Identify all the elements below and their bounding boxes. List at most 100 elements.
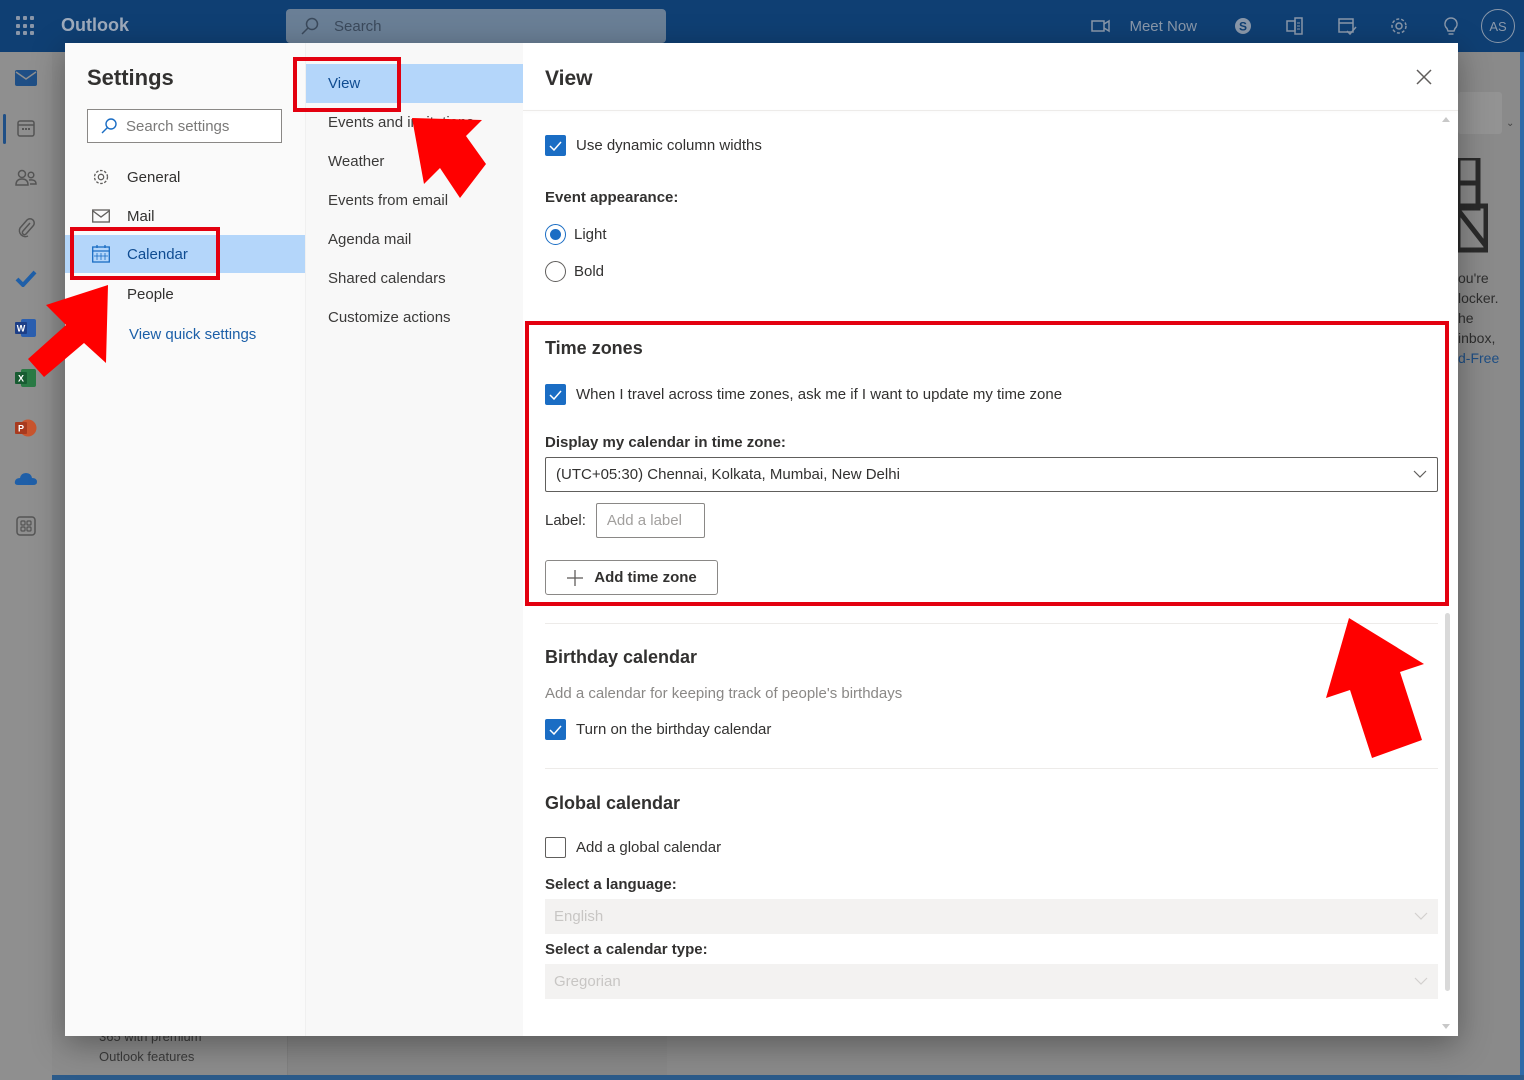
appearance-bold-label: Bold <box>574 263 605 280</box>
powerpoint-icon: P <box>15 419 37 437</box>
mail-icon <box>91 206 111 226</box>
calendar-icon <box>17 120 35 137</box>
rail-word[interactable]: W <box>12 314 40 342</box>
checkmark-icon <box>549 141 562 151</box>
category-general[interactable]: General <box>65 158 305 196</box>
category-label: Mail <box>127 207 155 225</box>
travel-timezone-checkbox[interactable] <box>545 384 566 405</box>
promo-text: ou're locker. he inbox, d-Free <box>1458 270 1500 366</box>
view-quick-settings-link[interactable]: View quick settings <box>129 326 256 343</box>
app-title[interactable]: Outlook <box>61 15 129 36</box>
dynamic-widths-label: Use dynamic column widths <box>576 137 762 154</box>
global-calendar-checkbox[interactable] <box>545 837 566 858</box>
meet-now-button[interactable]: Meet Now <box>1091 18 1197 35</box>
global-calendar-heading: Global calendar <box>545 793 681 813</box>
waffle-icon[interactable] <box>16 16 36 36</box>
time-zones-heading: Time zones <box>545 338 643 358</box>
category-people[interactable]: People <box>65 275 305 313</box>
dynamic-widths-checkbox[interactable] <box>545 135 566 156</box>
view-settings-pane: View Use dynamic column widths Event app… <box>523 43 1458 1036</box>
rail-excel[interactable]: X <box>12 364 40 392</box>
window-edge-bottom <box>0 1075 1524 1080</box>
active-indicator <box>3 114 6 144</box>
calendar-subcategories: View Events and invitations Weather Even… <box>305 43 524 1036</box>
rail-onedrive[interactable] <box>12 464 40 492</box>
paperclip-icon <box>18 218 35 238</box>
subcategory-events-from-email[interactable]: Events from email <box>306 181 524 220</box>
avatar[interactable]: AS <box>1481 9 1515 43</box>
language-label: Select a language: <box>545 876 677 893</box>
add-time-zone-button[interactable]: Add time zone <box>545 560 718 595</box>
search-icon <box>101 118 117 134</box>
left-rail: W X P <box>0 52 52 1080</box>
search-icon <box>301 17 319 35</box>
skype-icon: S <box>1235 18 1251 34</box>
category-calendar[interactable]: Calendar <box>65 235 305 273</box>
rail-more-apps[interactable] <box>12 512 40 540</box>
settings-search-input[interactable]: Search settings <box>87 109 282 143</box>
subcategory-agenda-mail[interactable]: Agenda mail <box>306 220 524 259</box>
apps-icon <box>16 516 36 536</box>
rail-people[interactable] <box>12 164 40 192</box>
settings-categories: Settings Search settings General Mail Ca… <box>65 43 305 1036</box>
filter-box <box>1458 92 1502 134</box>
dynamic-widths-option[interactable]: Use dynamic column widths <box>545 135 762 156</box>
chevron-down-icon <box>1413 470 1427 478</box>
birthday-calendar-checkbox[interactable] <box>545 719 566 740</box>
timezone-label-input[interactable] <box>595 503 705 538</box>
scrollbar-thumb[interactable] <box>1445 613 1450 991</box>
lightbulb-icon <box>1444 17 1458 35</box>
travel-timezone-option[interactable]: When I travel across time zones, ask me … <box>545 384 1062 405</box>
language-value: English <box>554 908 604 925</box>
category-label: Calendar <box>127 245 188 263</box>
calendar-type-value: Gregorian <box>554 973 621 990</box>
svg-text:X: X <box>18 374 24 384</box>
svg-text:W: W <box>17 324 26 334</box>
rail-files[interactable] <box>12 214 40 242</box>
promo-link: d-Free <box>1458 350 1500 366</box>
rail-todo[interactable] <box>12 264 40 292</box>
settings-search-placeholder: Search settings <box>126 117 230 135</box>
scroll-up-arrow[interactable] <box>1442 117 1450 122</box>
subcategory-weather[interactable]: Weather <box>306 142 524 181</box>
appearance-light-option[interactable]: Light <box>545 224 607 245</box>
appearance-bold-radio[interactable] <box>545 261 566 282</box>
search-placeholder: Search <box>334 17 382 35</box>
svg-text:S: S <box>1239 20 1247 34</box>
section-divider <box>545 768 1438 769</box>
global-calendar-option[interactable]: Add a global calendar <box>545 837 721 858</box>
rail-calendar[interactable] <box>12 114 40 142</box>
section-divider <box>545 623 1438 624</box>
subcategory-events-and-invitations[interactable]: Events and invitations <box>306 103 524 142</box>
travel-timezone-label: When I travel across time zones, ask me … <box>576 386 1063 403</box>
event-appearance-label: Event appearance: <box>545 189 679 206</box>
timezone-label-row: Label: <box>545 503 705 538</box>
pane-title: View <box>545 67 593 90</box>
timezone-dropdown[interactable]: (UTC+05:30) Chennai, Kolkata, Mumbai, Ne… <box>545 457 1438 492</box>
office-icon <box>1286 17 1303 35</box>
rail-powerpoint[interactable]: P <box>12 414 40 442</box>
scroll-down-arrow[interactable] <box>1442 1024 1450 1029</box>
word-icon: W <box>15 319 36 337</box>
people-icon <box>15 169 37 186</box>
calendar-type-dropdown: Gregorian <box>545 964 1438 999</box>
subcategory-shared-calendars[interactable]: Shared calendars <box>306 259 524 298</box>
video-icon <box>1091 19 1111 33</box>
subcategory-view[interactable]: View <box>306 64 524 103</box>
search-box[interactable]: Search <box>286 9 666 43</box>
display-timezone-label: Display my calendar in time zone: <box>545 434 786 451</box>
subcategory-customize-actions[interactable]: Customize actions <box>306 298 524 337</box>
mail-blocker-illustration <box>1458 158 1488 253</box>
close-icon[interactable] <box>1414 67 1434 87</box>
rail-mail[interactable] <box>12 64 40 92</box>
birthday-calendar-option[interactable]: Turn on the birthday calendar <box>545 719 771 740</box>
onedrive-icon <box>14 473 38 485</box>
appearance-light-label: Light <box>574 226 607 243</box>
calendar-check-icon <box>1338 18 1357 36</box>
appearance-bold-option[interactable]: Bold <box>545 261 604 282</box>
chevron-down-icon <box>1414 977 1428 985</box>
appearance-light-radio[interactable] <box>545 224 566 245</box>
language-dropdown: English <box>545 899 1438 934</box>
category-mail[interactable]: Mail <box>65 197 305 235</box>
svg-text:P: P <box>18 424 24 434</box>
